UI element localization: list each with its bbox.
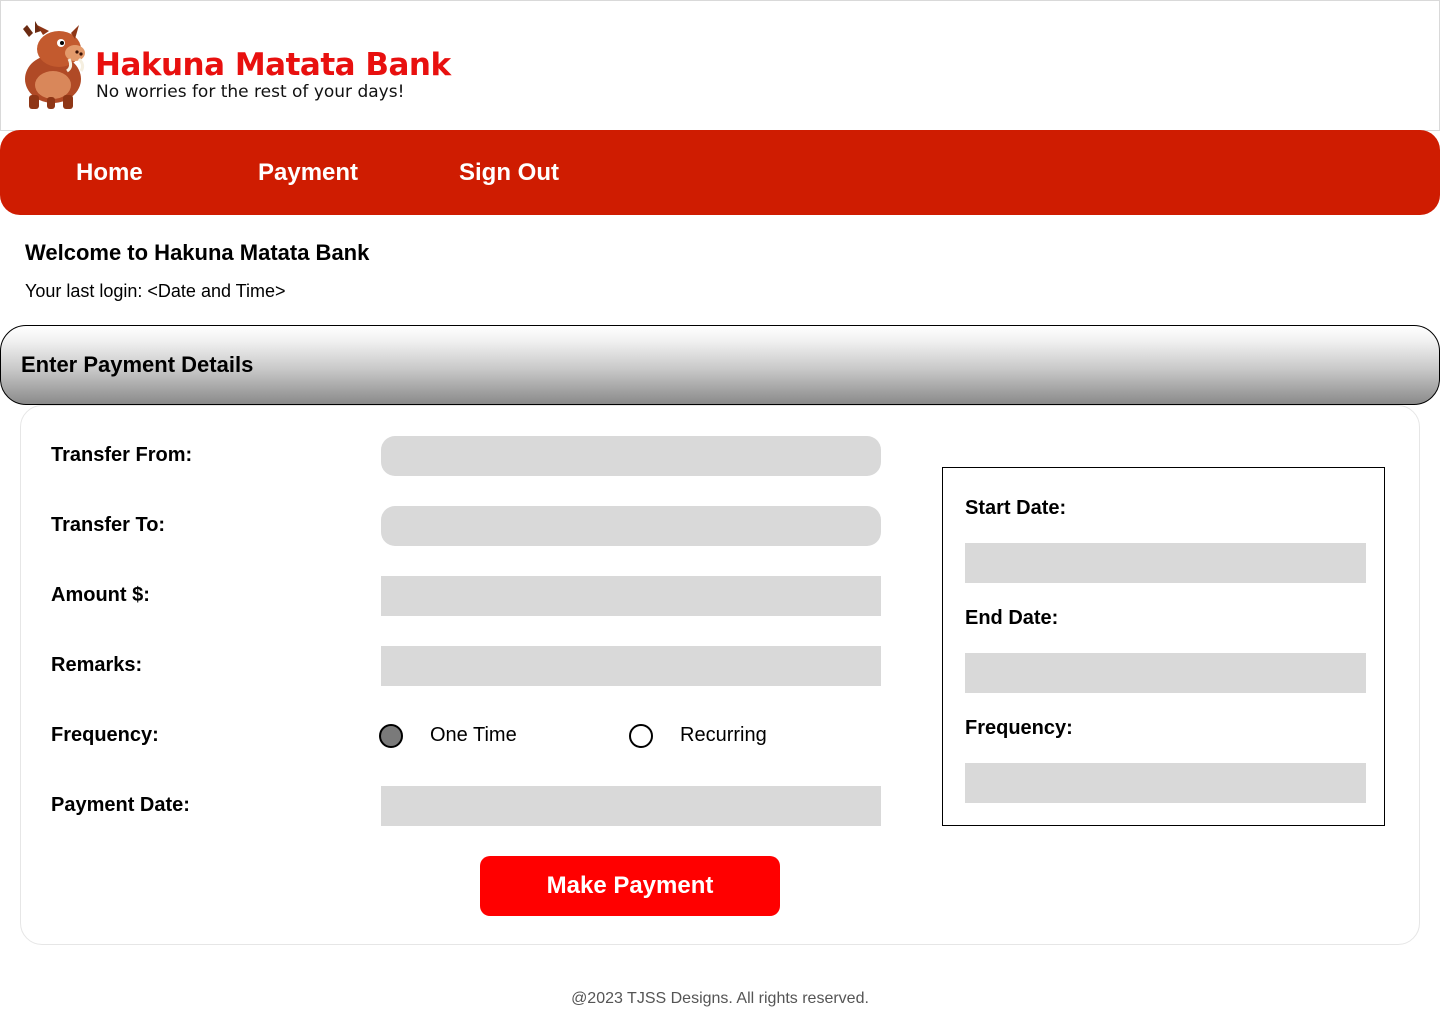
- amount-input[interactable]: [381, 576, 881, 616]
- start-date-input[interactable]: [965, 543, 1366, 583]
- section-title: Enter Payment Details: [21, 352, 254, 377]
- recurring-frequency-input[interactable]: [965, 763, 1366, 803]
- transfer-to-select[interactable]: [381, 506, 881, 546]
- payment-form-card: Transfer From: Transfer To: Amount $: Re…: [20, 405, 1420, 945]
- one-time-radio[interactable]: [379, 724, 403, 748]
- welcome-title: Welcome to Hakuna Matata Bank: [25, 240, 370, 265]
- warthog-mascot-logo: [23, 21, 85, 109]
- header: Hakuna Matata Bank No worries for the re…: [0, 0, 1440, 131]
- brand-tagline: No worries for the rest of your days!: [96, 82, 405, 102]
- footer-copyright: @2023 TJSS Designs. All rights reserved.: [571, 990, 869, 1007]
- transfer-from-select[interactable]: [381, 436, 881, 476]
- frequency-label: Frequency:: [51, 724, 159, 746]
- one-time-label: One Time: [430, 724, 517, 746]
- nav-payment[interactable]: Payment: [258, 130, 358, 215]
- section-header-bar: Enter Payment Details: [0, 325, 1440, 405]
- main-navbar: Home Payment Sign Out: [0, 130, 1440, 215]
- recurring-details-box: Start Date: End Date: Frequency:: [942, 467, 1385, 826]
- last-login-text: Your last login: <Date and Time>: [25, 281, 286, 301]
- amount-label: Amount $:: [51, 584, 150, 606]
- recurring-frequency-label: Frequency:: [965, 717, 1073, 739]
- remarks-input[interactable]: [381, 646, 881, 686]
- transfer-from-label: Transfer From:: [51, 444, 193, 466]
- nav-home[interactable]: Home: [76, 130, 143, 215]
- payment-page: Hakuna Matata Bank No worries for the re…: [0, 0, 1440, 1024]
- start-date-label: Start Date:: [965, 497, 1067, 519]
- remarks-label: Remarks:: [51, 654, 143, 676]
- recurring-radio[interactable]: [629, 724, 653, 748]
- brand-name: Hakuna Matata Bank: [95, 47, 451, 83]
- transfer-to-label: Transfer To:: [51, 514, 166, 536]
- end-date-input[interactable]: [965, 653, 1366, 693]
- payment-date-input[interactable]: [381, 786, 881, 826]
- end-date-label: End Date:: [965, 607, 1059, 629]
- payment-date-label: Payment Date:: [51, 794, 190, 816]
- make-payment-button[interactable]: Make Payment: [480, 856, 780, 916]
- nav-sign-out[interactable]: Sign Out: [459, 130, 559, 215]
- recurring-label: Recurring: [680, 724, 767, 746]
